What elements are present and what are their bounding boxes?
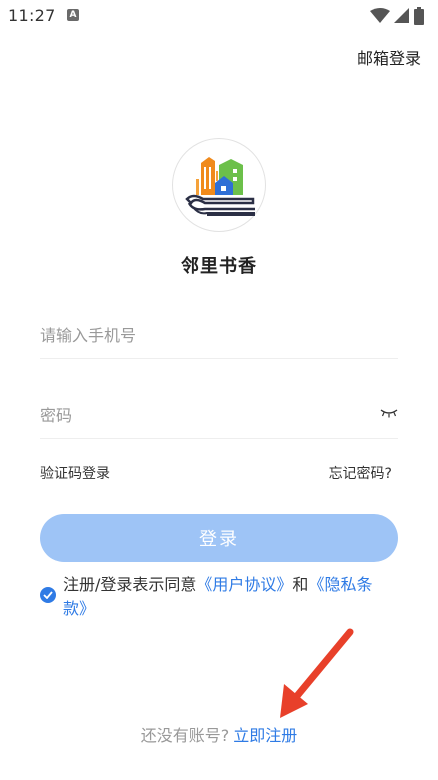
- app-name: 邻里书香: [181, 256, 257, 277]
- eye-closed-icon[interactable]: [380, 408, 398, 418]
- password-field-row: [40, 398, 398, 439]
- signal-icon: [394, 8, 409, 23]
- register-now-link[interactable]: 立即注册: [233, 726, 297, 745]
- agreement-text: 注册/登录表示同意《用户协议》和《隐私条款》: [63, 573, 403, 621]
- a-indicator-icon: A: [67, 9, 79, 21]
- user-agreement-link[interactable]: 《用户协议》: [196, 575, 292, 594]
- annotation-arrow: [280, 628, 354, 718]
- password-input[interactable]: [40, 406, 360, 425]
- agreement-prefix: 注册/登录表示同意: [63, 575, 197, 594]
- register-row: 还没有账号? 立即注册: [0, 722, 438, 746]
- check-icon: [43, 591, 53, 599]
- app-logo: [172, 138, 266, 232]
- battery-icon: [414, 7, 424, 25]
- email-login-link[interactable]: 邮箱登录: [357, 45, 421, 69]
- no-account-text: 还没有账号?: [140, 726, 230, 745]
- status-bar: 11:27 A: [0, 0, 438, 32]
- status-time: 11:27: [8, 6, 56, 25]
- agreement-checkbox[interactable]: [40, 587, 56, 603]
- agreement-conjunction: 和: [292, 575, 309, 594]
- privacy-policy-part1: 《隐私条: [308, 575, 373, 594]
- wifi-icon: [370, 8, 390, 23]
- login-button[interactable]: 登录: [40, 514, 398, 562]
- phone-field-row: [40, 318, 398, 359]
- book-houses-logo: [185, 157, 255, 216]
- sms-login-link[interactable]: 验证码登录: [40, 463, 110, 483]
- login-options-row: 验证码登录 忘记密码?: [40, 463, 392, 483]
- privacy-policy-part2: 款》: [63, 599, 96, 618]
- forgot-password-link[interactable]: 忘记密码?: [329, 463, 392, 483]
- phone-input[interactable]: [40, 326, 360, 345]
